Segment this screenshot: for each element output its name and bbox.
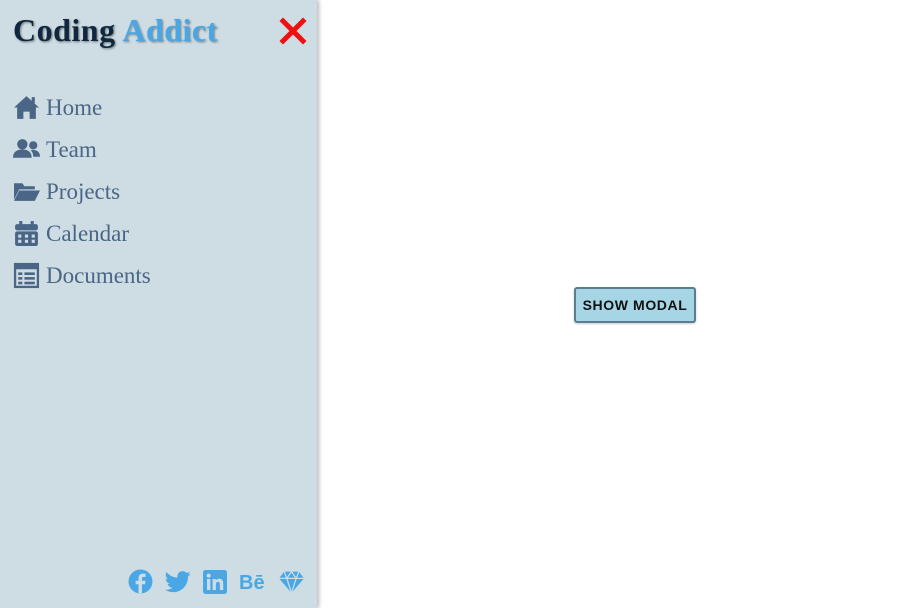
brand-word-coding: Coding bbox=[13, 12, 116, 48]
calendar-icon bbox=[15, 220, 38, 246]
documents-icon bbox=[13, 262, 40, 288]
linkedin-icon[interactable] bbox=[203, 569, 227, 594]
team-icon bbox=[13, 138, 40, 158]
behance-icon[interactable]: Bē bbox=[239, 572, 267, 592]
svg-text:Bē: Bē bbox=[239, 572, 265, 592]
sidebar-item-label: Projects bbox=[46, 178, 121, 204]
brand-logo: Coding Addict bbox=[13, 12, 218, 49]
social-links: Bē bbox=[116, 569, 304, 594]
sidebar-item-home[interactable]: Home bbox=[13, 86, 151, 128]
brand-word-addict: Addict bbox=[122, 12, 218, 48]
sidebar-item-team[interactable]: Team bbox=[13, 128, 151, 170]
sidebar-item-label: Calendar bbox=[46, 220, 130, 246]
sidebar: Coding Addict Home Team Projects Calenda… bbox=[0, 0, 317, 608]
sidebar-item-documents[interactable]: Documents bbox=[13, 254, 151, 296]
home-icon bbox=[14, 95, 39, 119]
sidebar-item-label: Team bbox=[46, 136, 97, 162]
sidebar-nav: Home Team Projects Calendar Documents bbox=[13, 86, 151, 296]
close-icon[interactable] bbox=[279, 17, 307, 45]
sidebar-item-calendar[interactable]: Calendar bbox=[13, 212, 151, 254]
folder-open-icon bbox=[14, 182, 40, 201]
sidebar-item-label: Documents bbox=[46, 262, 151, 288]
twitter-icon[interactable] bbox=[165, 570, 191, 593]
facebook-icon[interactable] bbox=[128, 569, 153, 594]
sidebar-item-projects[interactable]: Projects bbox=[13, 170, 151, 212]
sketch-icon[interactable] bbox=[279, 569, 304, 594]
sidebar-item-label: Home bbox=[46, 94, 103, 120]
show-modal-button[interactable]: SHOW MODAL bbox=[574, 287, 696, 323]
